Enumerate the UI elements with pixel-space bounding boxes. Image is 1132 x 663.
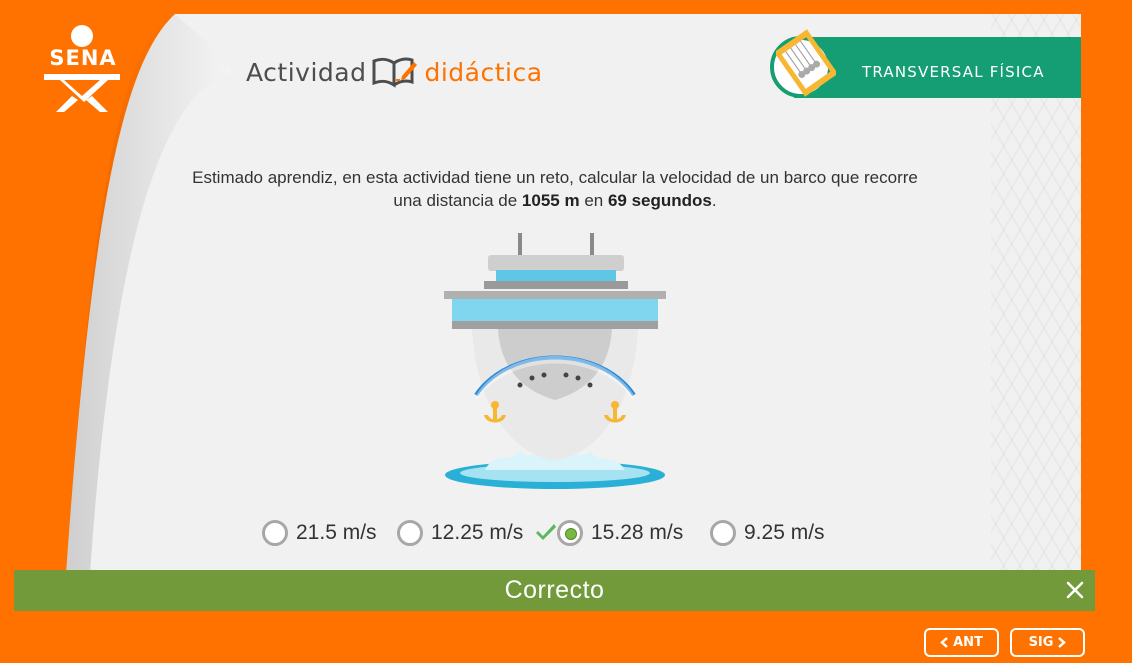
title-actividad: Actividad [246, 57, 367, 87]
prompt-line2-pre: una distancia de [393, 191, 522, 210]
ship-illustration [444, 233, 666, 489]
open-book-pencil-icon [372, 57, 418, 88]
option-1[interactable]: 21.5 m/s [262, 515, 377, 551]
close-icon[interactable] [1065, 580, 1085, 600]
subject-badge: TRANSVERSAL FÍSICA [770, 29, 1081, 98]
option-1-label: 21.5 m/s [296, 521, 377, 544]
newton-cradle-icon [776, 29, 836, 97]
previous-label: ANT [953, 635, 983, 650]
activity-title: Actividad didáctica [246, 52, 543, 92]
prompt-distance: 1055 m [521, 191, 580, 210]
correct-check-icon [536, 524, 556, 540]
answer-options: 21.5 m/s 12.25 m/s 15.28 m/s 9.25 m/s [0, 515, 1132, 551]
option-2-label: 12.25 m/s [431, 521, 524, 544]
decorative-pattern [991, 14, 1081, 574]
chevron-right-icon [1058, 637, 1067, 648]
previous-button[interactable]: ANT [924, 628, 999, 657]
next-button[interactable]: SIG [1010, 628, 1085, 657]
radio-option-1[interactable] [262, 520, 288, 546]
next-label: SIG [1028, 635, 1054, 650]
option-3[interactable]: 15.28 m/s [557, 515, 683, 551]
radio-option-2[interactable] [397, 520, 423, 546]
sena-logo-text: SENA [49, 46, 117, 70]
title-didactica: didáctica [424, 57, 543, 87]
prompt-line2-mid: en [579, 191, 608, 210]
option-3-label: 15.28 m/s [591, 521, 684, 544]
feedback-text: Correcto [504, 576, 605, 604]
question-prompt: Estimado aprendiz, en esta actividad tie… [170, 166, 940, 212]
option-4[interactable]: 9.25 m/s [710, 515, 825, 551]
prompt-line2-end: . [711, 191, 717, 210]
feedback-bar: Correcto [14, 570, 1095, 611]
chevron-left-icon [940, 637, 948, 648]
option-2[interactable]: 12.25 m/s [397, 515, 523, 551]
badge-label: TRANSVERSAL FÍSICA [862, 63, 1045, 81]
radio-option-3-selected[interactable] [557, 520, 583, 546]
option-4-label: 9.25 m/s [744, 521, 825, 544]
prompt-line1: Estimado aprendiz, en esta actividad tie… [192, 168, 918, 187]
prompt-time: 69 segundos [607, 191, 712, 210]
radio-option-4[interactable] [710, 520, 736, 546]
